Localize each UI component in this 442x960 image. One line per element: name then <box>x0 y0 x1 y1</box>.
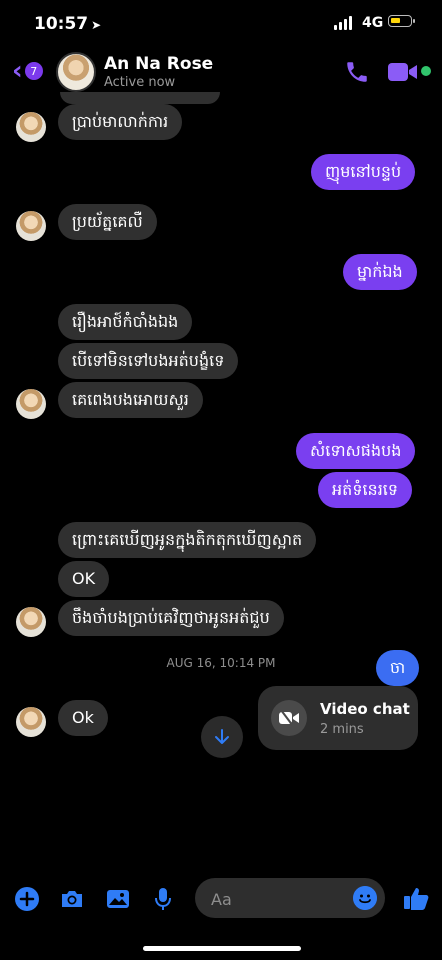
status-bar: 10:57 ➤ 4G <box>0 0 442 46</box>
camera-icon[interactable] <box>59 886 85 912</box>
network-label: 4G <box>362 15 384 31</box>
status-time: 10:57 ➤ <box>34 14 102 34</box>
sender-avatar[interactable] <box>16 211 46 241</box>
signal-icon <box>334 16 352 30</box>
call-title: Video chat <box>320 700 410 718</box>
sender-avatar[interactable] <box>16 112 46 142</box>
message-bubble-incoming[interactable]: ព្រោះគេឃើញអូនក្នុងតិកតុកឃើញស្អាត <box>58 522 317 558</box>
date-separator: AUG 16, 10:14 PM <box>166 656 276 670</box>
message-bubble-incoming[interactable]: Ok <box>58 700 108 736</box>
message-composer <box>0 878 442 918</box>
video-camera-icon[interactable] <box>388 61 418 83</box>
sender-avatar[interactable] <box>16 389 46 419</box>
scroll-to-bottom-button[interactable] <box>201 716 243 758</box>
contact-status: Active now <box>104 75 176 90</box>
battery-icon <box>388 15 415 27</box>
message-bubble-outgoing[interactable]: ញុមនៅបន្ទប់ <box>311 154 416 190</box>
arrow-down-icon <box>215 729 229 744</box>
contact-name[interactable]: An Na Rose <box>104 54 213 74</box>
plus-icon[interactable] <box>14 886 40 912</box>
message-bubble-incoming[interactable]: បើទៅមិនទៅបងអត់បង្ខំទេ <box>58 343 239 379</box>
message-bubble-outgoing[interactable]: សំទោសផងបង <box>296 433 416 469</box>
location-arrow-icon: ➤ <box>91 18 102 32</box>
online-indicator <box>421 66 431 76</box>
message-bubble-incoming[interactable]: គេពេងបងអោយសួរ <box>58 382 203 418</box>
emoji-icon[interactable] <box>353 886 377 910</box>
contact-avatar[interactable] <box>56 52 96 92</box>
home-indicator[interactable] <box>143 946 301 951</box>
sender-avatar[interactable] <box>16 707 46 737</box>
video-call-icon <box>271 700 307 736</box>
partial-message <box>60 92 220 104</box>
back-button[interactable]: ‹ 7 <box>12 58 43 84</box>
message-input[interactable] <box>209 887 343 911</box>
message-bubble-incoming[interactable]: OK <box>58 561 110 597</box>
chevron-left-icon: ‹ <box>12 56 23 86</box>
message-bubble-outgoing[interactable]: ម្នាក់ឯង <box>343 254 417 290</box>
sender-avatar[interactable] <box>16 607 46 637</box>
thumbs-up-icon[interactable] <box>402 884 430 912</box>
image-icon[interactable] <box>105 886 131 912</box>
microphone-icon[interactable] <box>150 886 176 912</box>
unread-count-badge: 7 <box>24 62 43 80</box>
message-bubble-outgoing[interactable]: អត់ទំនេរទេ <box>318 472 413 508</box>
video-chat-card[interactable]: Video chat 2 mins <box>258 686 418 750</box>
message-bubble-incoming[interactable]: ប្រាប់មាលាក់ការ <box>58 104 183 140</box>
message-bubble-incoming[interactable]: ចឹងចាំបងប្រាប់គេវិញថាអូនអត់ជួប <box>58 600 284 636</box>
message-bubble-incoming[interactable]: រឿងអាថ៍កំបាំងឯង <box>58 304 193 340</box>
message-bubble-incoming[interactable]: ប្រយ័ត្នគេលឺ <box>58 204 157 240</box>
message-input-wrapper <box>195 878 385 918</box>
phone-icon[interactable] <box>344 59 370 85</box>
call-duration: 2 mins <box>320 722 364 737</box>
